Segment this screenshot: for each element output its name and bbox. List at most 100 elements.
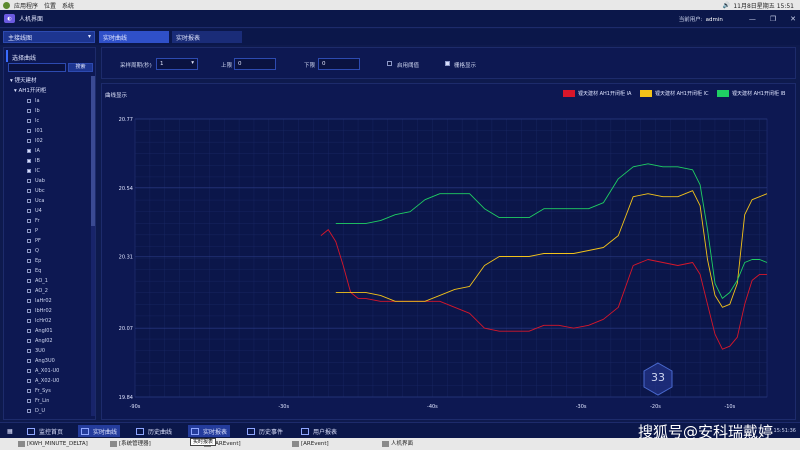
clock-text[interactable]: 11月8日星期五 15:51 bbox=[733, 1, 794, 10]
tree-item[interactable]: IC bbox=[8, 166, 90, 176]
tree-item[interactable]: Ic bbox=[8, 116, 90, 126]
gnome-foot-icon[interactable] bbox=[3, 1, 10, 9]
tree-item[interactable]: Ang3U0 bbox=[8, 356, 90, 366]
menu-system[interactable]: 系统 bbox=[62, 1, 74, 10]
tree-item[interactable]: AngI02 bbox=[8, 336, 90, 346]
tree-item[interactable]: Ib bbox=[8, 106, 90, 116]
nav-history-curve[interactable]: 历史曲线 bbox=[133, 425, 175, 437]
volume-icon[interactable]: 🔊 bbox=[723, 2, 730, 9]
tree-item[interactable]: Ep bbox=[8, 256, 90, 266]
task-hmi[interactable]: 人机界面 bbox=[382, 439, 413, 449]
menu-applications[interactable]: 应用程序 bbox=[14, 1, 38, 10]
tree-item-checkbox[interactable] bbox=[27, 399, 31, 403]
close-button[interactable]: ✕ bbox=[790, 15, 796, 23]
grid-checkbox[interactable] bbox=[445, 61, 450, 66]
tree-item[interactable]: I01 bbox=[8, 126, 90, 136]
sidebar-scrollbar[interactable] bbox=[91, 76, 95, 416]
tree-item-checkbox[interactable] bbox=[27, 219, 31, 223]
tree-item[interactable]: IaHr02 bbox=[8, 296, 90, 306]
tree-item-checkbox[interactable] bbox=[27, 309, 31, 313]
tree-item-checkbox[interactable] bbox=[27, 129, 31, 133]
tree-item[interactable]: Uab bbox=[8, 176, 90, 186]
tree-item-checkbox[interactable] bbox=[27, 249, 31, 253]
tree-item-checkbox[interactable] bbox=[27, 139, 31, 143]
tree-item-checkbox[interactable] bbox=[27, 229, 31, 233]
task-kwh-minute-delta[interactable]: [KWH_MINUTE_DELTA] bbox=[18, 439, 88, 449]
tree-item[interactable]: A_X01-U0 bbox=[8, 366, 90, 376]
tree-item[interactable]: D_U bbox=[8, 406, 90, 416]
nav-history-event[interactable]: 历史事件 bbox=[244, 425, 286, 437]
minimize-button[interactable]: — bbox=[749, 15, 756, 23]
tree-item-checkbox[interactable] bbox=[27, 209, 31, 213]
tree-item-checkbox[interactable] bbox=[27, 269, 31, 273]
tree-item[interactable]: Uca bbox=[8, 196, 90, 206]
sidebar-search-button[interactable]: 搜索 bbox=[68, 63, 93, 72]
upper-limit-input[interactable]: 0 bbox=[234, 58, 276, 70]
nav-user-report[interactable]: 用户报表 bbox=[298, 425, 340, 437]
tree-item-checkbox[interactable] bbox=[27, 319, 31, 323]
tree-item-checkbox[interactable] bbox=[27, 239, 31, 243]
nav-realtime-report[interactable]: 实时报表 bbox=[188, 425, 231, 437]
sidebar-search-input[interactable] bbox=[8, 63, 66, 72]
tree-item[interactable]: U4 bbox=[8, 206, 90, 216]
view-select-dropdown[interactable]: 主接线图 ▾ bbox=[3, 31, 95, 43]
tree-item[interactable]: AO_2 bbox=[8, 286, 90, 296]
tree-item[interactable]: Fr_Lin bbox=[8, 396, 90, 406]
tree-item-checkbox[interactable] bbox=[27, 369, 31, 373]
tree-item-checkbox[interactable] bbox=[27, 329, 31, 333]
task-system-manager[interactable]: [系统管理器] bbox=[110, 439, 151, 449]
tree-item[interactable]: Fr bbox=[8, 216, 90, 226]
tree-item-checkbox[interactable] bbox=[27, 179, 31, 183]
tree-item[interactable]: Fr_Sys bbox=[8, 386, 90, 396]
tab-realtime-report[interactable]: 实时报表 bbox=[172, 31, 242, 43]
tree-item[interactable]: A_X02-U0 bbox=[8, 376, 90, 386]
tree-node-group[interactable]: ▾ AH1开闭柜 bbox=[8, 86, 90, 96]
tree-item-checkbox[interactable] bbox=[27, 199, 31, 203]
tree-item[interactable]: AO_1 bbox=[8, 276, 90, 286]
tree-item-checkbox[interactable] bbox=[27, 119, 31, 123]
tree-item-checkbox[interactable] bbox=[27, 409, 31, 413]
tree-item[interactable]: I02 bbox=[8, 136, 90, 146]
tree-item[interactable]: Ubc bbox=[8, 186, 90, 196]
grid-menu-icon[interactable]: ▦ bbox=[4, 425, 13, 437]
tree-node-root[interactable]: ▾ 锂天建材 bbox=[8, 76, 90, 86]
restore-button[interactable]: ❐ bbox=[770, 15, 776, 23]
tree-item[interactable]: Eq bbox=[8, 266, 90, 276]
tree-item-checkbox[interactable] bbox=[27, 289, 31, 293]
menu-places[interactable]: 位置 bbox=[44, 1, 56, 10]
nav-realtime-curve[interactable]: 实时曲线 bbox=[78, 425, 121, 437]
task-arevent-2[interactable]: [AREvent] bbox=[292, 439, 329, 449]
tree-item[interactable]: P bbox=[8, 226, 90, 236]
tree-item[interactable]: D_F bbox=[8, 416, 90, 418]
tree-item-checkbox[interactable] bbox=[27, 99, 31, 103]
threshold-checkbox[interactable] bbox=[387, 61, 392, 66]
tree-item[interactable]: Ia bbox=[8, 96, 90, 106]
tree-item-checkbox[interactable] bbox=[27, 189, 31, 193]
curve-plot[interactable]: 19.84 20.07 20.31 20.54 20.77 -90s -30s -40s -30… bbox=[102, 84, 797, 421]
tree-item-checkbox[interactable] bbox=[27, 299, 31, 303]
sidebar-scroll-thumb[interactable] bbox=[91, 76, 95, 226]
tree-item-checkbox[interactable] bbox=[27, 159, 31, 163]
tree-item[interactable]: 3U0 bbox=[8, 346, 90, 356]
tree-item-checkbox[interactable] bbox=[27, 339, 31, 343]
tree-item-checkbox[interactable] bbox=[27, 149, 31, 153]
tab-realtime-curve[interactable]: 实时曲线 bbox=[99, 31, 169, 43]
tree-item-checkbox[interactable] bbox=[27, 359, 31, 363]
lower-limit-input[interactable]: 0 bbox=[318, 58, 360, 70]
tree-item[interactable]: IA bbox=[8, 146, 90, 156]
tree-item-checkbox[interactable] bbox=[27, 279, 31, 283]
tree-item[interactable]: PF bbox=[8, 236, 90, 246]
tree-item-checkbox[interactable] bbox=[27, 109, 31, 113]
tree-item[interactable]: IcHr02 bbox=[8, 316, 90, 326]
hexagon-badge[interactable]: 33 bbox=[641, 362, 675, 396]
tree-item[interactable]: AngI01 bbox=[8, 326, 90, 336]
tree-item-checkbox[interactable] bbox=[27, 389, 31, 393]
tree-item-checkbox[interactable] bbox=[27, 169, 31, 173]
period-select[interactable]: 1 ▾ bbox=[156, 58, 198, 70]
nav-monitor-home[interactable]: 监控首页 bbox=[24, 425, 66, 437]
tree-item-checkbox[interactable] bbox=[27, 259, 31, 263]
tree-item[interactable]: IB bbox=[8, 156, 90, 166]
tree-item[interactable]: IbHr02 bbox=[8, 306, 90, 316]
tree-item[interactable]: Q bbox=[8, 246, 90, 256]
tree-item-checkbox[interactable] bbox=[27, 379, 31, 383]
